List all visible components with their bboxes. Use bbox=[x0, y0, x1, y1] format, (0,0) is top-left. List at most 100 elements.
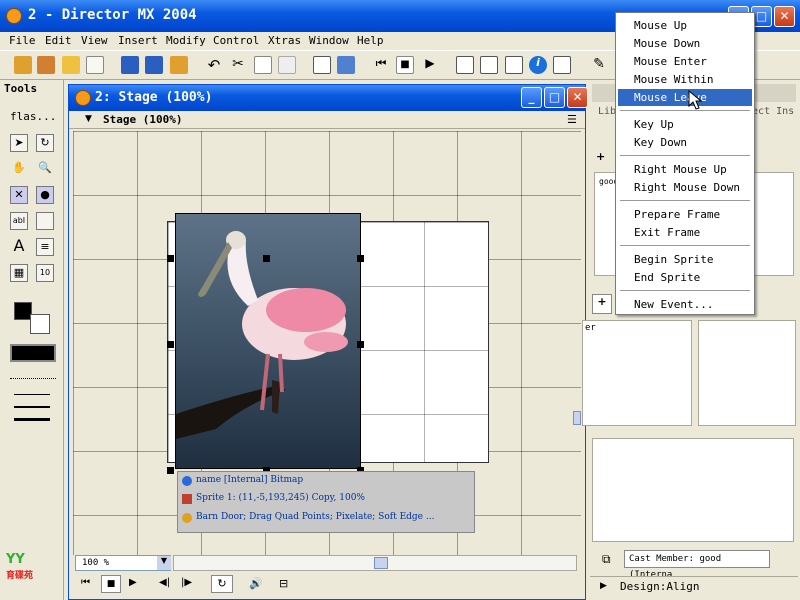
menu-item-mouse-enter[interactable]: Mouse Enter bbox=[618, 53, 752, 70]
menu-view[interactable]: View bbox=[81, 34, 108, 47]
menu-file[interactable]: File bbox=[9, 34, 36, 47]
menu-separator bbox=[620, 290, 750, 291]
menu-item-exit-frame[interactable]: Exit Frame bbox=[618, 224, 752, 241]
stop-icon[interactable]: ■ bbox=[396, 56, 414, 74]
stage-window-icon[interactable] bbox=[456, 56, 474, 74]
field-tool-icon[interactable]: abI bbox=[10, 212, 28, 230]
camera-icon[interactable]: ⊟ bbox=[279, 577, 288, 590]
new-movie-icon[interactable] bbox=[14, 56, 32, 74]
sprite-handle[interactable] bbox=[357, 341, 364, 348]
menu-item-end-sprite[interactable]: End Sprite bbox=[618, 269, 752, 286]
menu-item-mouse-down[interactable]: Mouse Down bbox=[618, 35, 752, 52]
spoonbill-sprite[interactable] bbox=[175, 213, 361, 469]
open-folder-icon[interactable] bbox=[62, 56, 80, 74]
menu-edit[interactable]: Edit bbox=[45, 34, 72, 47]
menu-insert[interactable]: Insert bbox=[118, 34, 158, 47]
sprite-handle[interactable] bbox=[167, 341, 174, 348]
publish-icon[interactable] bbox=[170, 56, 188, 74]
paste-icon[interactable] bbox=[278, 56, 296, 74]
background-color-swatch[interactable] bbox=[30, 314, 50, 334]
cast-member-field[interactable]: Cast Member: good (Interna bbox=[624, 550, 770, 580]
text-tool-icon[interactable]: A bbox=[10, 238, 28, 256]
menu-item-right-mouse-up[interactable]: Right Mouse Up bbox=[618, 161, 752, 178]
menu-help[interactable]: Help bbox=[357, 34, 384, 47]
find-icon[interactable] bbox=[313, 56, 331, 74]
zoom-dropdown-icon[interactable]: ▼ bbox=[157, 556, 171, 570]
arrow-tool-icon[interactable]: ➤ bbox=[10, 134, 28, 152]
line-medium[interactable] bbox=[14, 406, 50, 408]
menu-item-mouse-leave[interactable]: Mouse Leave bbox=[618, 89, 752, 106]
library-icon[interactable] bbox=[553, 56, 571, 74]
play-icon[interactable]: ▶ bbox=[421, 56, 439, 74]
exchange-cast-icon[interactable] bbox=[337, 56, 355, 74]
hand-tool-icon[interactable]: ✋ bbox=[10, 160, 28, 178]
zoom-tool-icon[interactable]: 🔍 bbox=[36, 160, 54, 178]
behavior-add-icon[interactable]: + bbox=[592, 294, 612, 314]
paint-brush-icon[interactable]: ✎ bbox=[590, 56, 608, 74]
horizontal-scrollbar[interactable] bbox=[173, 555, 577, 571]
new-cast-icon[interactable] bbox=[37, 56, 55, 74]
rewind-icon[interactable]: ⏮ bbox=[372, 56, 390, 74]
rewind-icon[interactable]: ⏮ bbox=[81, 577, 90, 588]
menu-item-new-event[interactable]: New Event... bbox=[618, 296, 752, 313]
menu-item-mouse-within[interactable]: Mouse Within bbox=[618, 71, 752, 88]
stage-canvas[interactable]: name [Internal] Bitmap Sprite 1: (11,-5,… bbox=[73, 131, 581, 555]
menu-modify[interactable]: Modify bbox=[166, 34, 206, 47]
behavior-item[interactable]: er bbox=[585, 323, 596, 333]
menu-window[interactable]: Window bbox=[309, 34, 349, 47]
menu-item-mouse-up[interactable]: Mouse Up bbox=[618, 17, 752, 34]
spoonbill-image bbox=[176, 231, 348, 439]
cut-icon[interactable]: ✂ bbox=[229, 56, 247, 74]
tools-type-dropdown[interactable]: flas... bbox=[10, 110, 56, 123]
options-menu-icon[interactable]: ☰ bbox=[567, 113, 577, 126]
stage-minimize-button[interactable]: _ bbox=[521, 87, 542, 108]
volume-icon[interactable]: 🔊 bbox=[249, 577, 263, 590]
step-back-icon[interactable]: ◀| bbox=[159, 577, 170, 588]
menu-xtras[interactable]: Xtras bbox=[268, 34, 301, 47]
list-tool-icon[interactable]: ≡ bbox=[36, 238, 54, 256]
sprite-handle[interactable] bbox=[357, 255, 364, 262]
line-thin[interactable] bbox=[14, 394, 50, 395]
undo-icon[interactable]: ↶ bbox=[205, 56, 223, 74]
stop-icon[interactable]: ■ bbox=[101, 575, 121, 593]
menu-item-begin-sprite[interactable]: Begin Sprite bbox=[618, 251, 752, 268]
close-button[interactable]: ✕ bbox=[774, 6, 795, 27]
menu-item-right-mouse-down[interactable]: Right Mouse Down bbox=[618, 179, 752, 196]
save-all-icon[interactable] bbox=[145, 56, 163, 74]
radio-tool-icon[interactable]: ● bbox=[36, 186, 54, 204]
stage-close-button[interactable]: ✕ bbox=[567, 87, 588, 108]
menu-item-prepare-frame[interactable]: Prepare Frame bbox=[618, 206, 752, 223]
pattern-swatch[interactable] bbox=[10, 344, 56, 362]
button-tool-icon[interactable]: ✕ bbox=[10, 186, 28, 204]
sprite-handle[interactable] bbox=[167, 255, 174, 262]
play-icon[interactable]: ▶ bbox=[129, 577, 137, 588]
parameters-area[interactable] bbox=[592, 438, 794, 542]
rotate-tool-icon[interactable]: ↻ bbox=[36, 134, 54, 152]
line-thick[interactable] bbox=[14, 418, 50, 421]
sprite-handle[interactable] bbox=[167, 467, 174, 474]
library-add-icon[interactable]: + bbox=[596, 150, 605, 163]
collapse-arrow-icon[interactable]: ▼ bbox=[85, 114, 92, 124]
design-align-panel[interactable]: ▶ Design:Align bbox=[590, 576, 798, 598]
save-icon[interactable] bbox=[121, 56, 139, 74]
grid-tool-icon[interactable]: ▦ bbox=[10, 264, 28, 282]
menu-control[interactable]: Control bbox=[213, 34, 259, 47]
copy-icon[interactable] bbox=[254, 56, 272, 74]
menu-item-key-down[interactable]: Key Down bbox=[618, 134, 752, 151]
info-icon[interactable]: i bbox=[529, 56, 547, 74]
score-window-icon[interactable] bbox=[505, 56, 523, 74]
counter-tool-icon[interactable]: 10 bbox=[36, 264, 54, 282]
line-none[interactable] bbox=[10, 378, 56, 384]
step-forward-icon[interactable]: |▶ bbox=[181, 577, 192, 588]
behavior-list[interactable]: er bbox=[582, 320, 692, 426]
expand-arrow-icon[interactable]: ▶ bbox=[600, 581, 607, 591]
loop-icon[interactable]: ↻ bbox=[211, 575, 233, 593]
horizontal-scroll-thumb[interactable] bbox=[374, 557, 388, 569]
sprite-handle[interactable] bbox=[263, 255, 270, 262]
cast-window-icon[interactable] bbox=[480, 56, 498, 74]
vertical-scroll-thumb[interactable] bbox=[573, 411, 581, 425]
checkbox-tool-icon[interactable] bbox=[36, 212, 54, 230]
menu-item-key-up[interactable]: Key Up bbox=[618, 116, 752, 133]
import-icon[interactable] bbox=[86, 56, 104, 74]
stage-maximize-button[interactable]: □ bbox=[544, 87, 565, 108]
